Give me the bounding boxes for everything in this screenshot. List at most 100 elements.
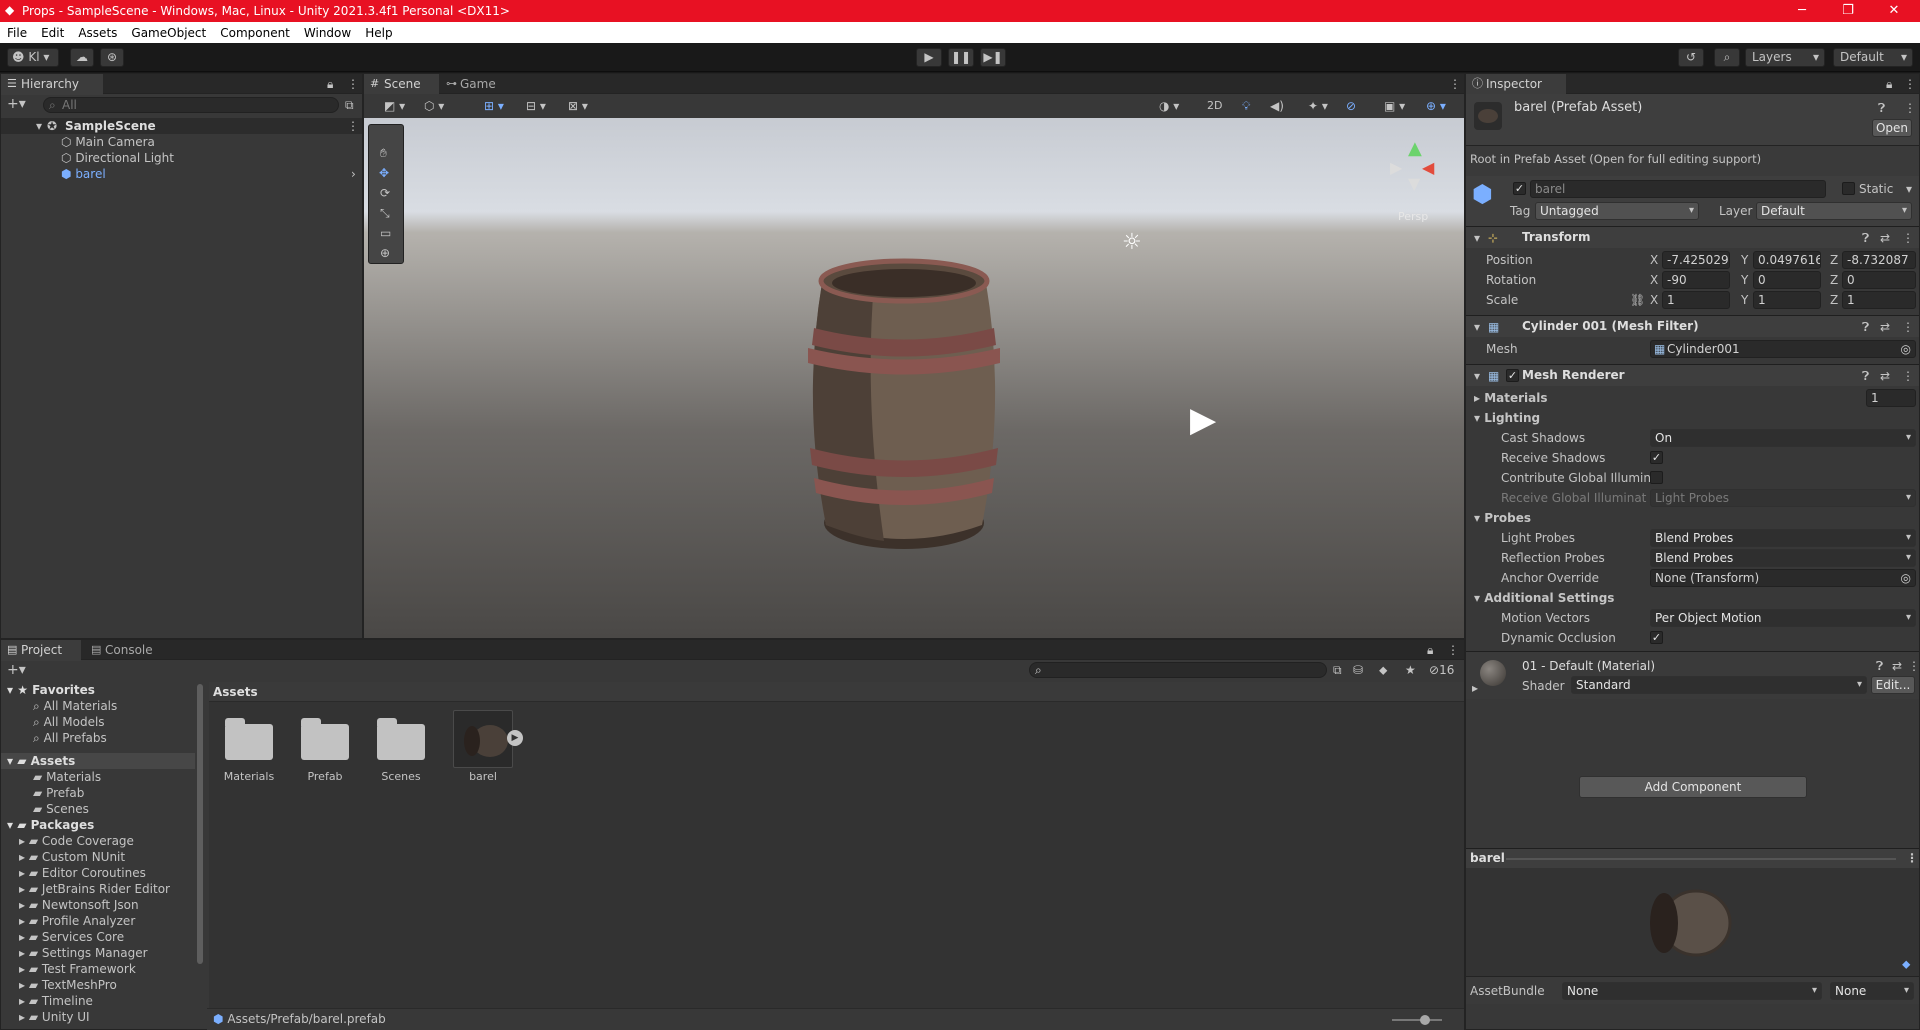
more-icon[interactable]: ⋮ bbox=[1902, 230, 1914, 246]
tab-project[interactable]: ▤ Project bbox=[1, 640, 81, 661]
package-item[interactable]: ▸ ▰ Code Coverage bbox=[19, 833, 134, 849]
menu-help[interactable]: Help bbox=[358, 26, 399, 40]
lock-icon[interactable]: 🔒︎ bbox=[1886, 76, 1892, 92]
more-icon[interactable]: ⋮ bbox=[1449, 76, 1461, 92]
package-item[interactable]: ▸ ▰ Test Framework bbox=[19, 961, 136, 977]
lighting-foldout[interactable]: ▾ Lighting bbox=[1474, 410, 1540, 426]
transform-tool-icon[interactable]: ⊕ bbox=[380, 245, 390, 261]
renderer-enabled-checkbox[interactable]: ✓ bbox=[1506, 369, 1519, 382]
menu-gameobject[interactable]: GameObject bbox=[124, 26, 213, 40]
history-button[interactable]: ↺ bbox=[1678, 48, 1704, 67]
package-item[interactable]: ▸ ▰ Custom NUnit bbox=[19, 849, 125, 865]
package-item[interactable]: ▸ ▰ Services Core bbox=[19, 929, 124, 945]
menu-component[interactable]: Component bbox=[213, 26, 297, 40]
packages-header[interactable]: ▾ ▰ Packages bbox=[7, 817, 94, 833]
toggle-2d-button[interactable]: 2D bbox=[1207, 98, 1222, 114]
transform-header[interactable]: ▾ ⊹ Transform ❓︎ ⇄ ⋮ bbox=[1466, 226, 1919, 248]
menu-window[interactable]: Window bbox=[297, 26, 358, 40]
tab-console[interactable]: ▤ Console bbox=[85, 640, 167, 661]
lock-icon[interactable]: 🔒︎ bbox=[327, 76, 333, 92]
more-icon[interactable]: ⋮ bbox=[347, 118, 359, 134]
position-z-field[interactable]: -8.732087 bbox=[1842, 251, 1916, 269]
search-button[interactable]: ⌕ bbox=[1714, 48, 1740, 67]
more-icon[interactable]: ⋮ bbox=[1904, 76, 1916, 92]
step-button[interactable]: ▶❚ bbox=[980, 48, 1006, 67]
increment-snap-icon[interactable]: ⊠ ▾ bbox=[568, 98, 588, 114]
favorite-item[interactable]: ⌕ All Materials bbox=[33, 698, 117, 714]
name-field[interactable]: barel bbox=[1530, 180, 1826, 198]
layers-dropdown[interactable]: Layers ▾ bbox=[1745, 48, 1825, 67]
grid-item-folder[interactable]: Prefab bbox=[295, 712, 355, 790]
hidden-count-icon[interactable]: ⊘16 bbox=[1429, 662, 1454, 678]
help-icon[interactable]: ❓︎ bbox=[1862, 368, 1869, 384]
materials-size-field[interactable]: 1 bbox=[1866, 389, 1916, 407]
grid-item-prefab[interactable]: ▶ barel bbox=[453, 710, 523, 790]
more-icon[interactable]: ⋮ bbox=[1904, 100, 1916, 116]
object-picker-icon[interactable]: ◎ bbox=[1901, 570, 1911, 586]
static-checkbox[interactable] bbox=[1842, 182, 1855, 195]
shader-dropdown[interactable]: Standard bbox=[1571, 676, 1867, 694]
probes-foldout[interactable]: ▾ Probes bbox=[1474, 510, 1531, 526]
more-icon[interactable]: ⋮ bbox=[1902, 368, 1914, 384]
hand-tool-icon[interactable]: ✋︎ bbox=[380, 145, 387, 161]
add-icon[interactable]: +▾ bbox=[7, 662, 26, 678]
folder-item[interactable]: ▰ Scenes bbox=[33, 801, 89, 817]
add-icon[interactable]: +▾ bbox=[7, 96, 26, 112]
more-icon[interactable]: ⋮ bbox=[347, 76, 359, 92]
package-item[interactable]: ▸ ▰ Timeline bbox=[19, 993, 93, 1009]
folder-item[interactable]: ▰ Materials bbox=[33, 769, 101, 785]
folder-item[interactable]: ▰ Prefab bbox=[33, 785, 84, 801]
search-filter-icon[interactable]: ⧉ bbox=[345, 97, 354, 113]
scene-viewport[interactable]: ☼ ▶︎ ▲ ◀ ▶ ▼ Persp bbox=[364, 118, 1464, 638]
minimize-icon[interactable]: ─ bbox=[1780, 0, 1824, 22]
preset-icon[interactable]: ⇄ bbox=[1880, 368, 1890, 384]
grid-item-folder[interactable]: Materials bbox=[219, 712, 279, 790]
contribute-gi-checkbox[interactable] bbox=[1650, 471, 1663, 484]
play-icon[interactable]: ▶ bbox=[507, 730, 523, 746]
help-icon[interactable]: ❓︎ bbox=[1876, 658, 1883, 674]
object-picker-icon[interactable]: ◎ bbox=[1901, 341, 1911, 357]
filter-type-icon[interactable]: ⛁ bbox=[1353, 662, 1363, 678]
shading-mode-icon[interactable]: ⬡ ▾ bbox=[424, 98, 444, 114]
more-icon[interactable]: ⋮ bbox=[1902, 319, 1914, 335]
cloud-button[interactable]: ☁ bbox=[70, 48, 94, 67]
camera-settings-icon[interactable]: ▣ ▾ bbox=[1384, 98, 1405, 114]
additional-settings-foldout[interactable]: ▾ Additional Settings bbox=[1474, 590, 1614, 606]
project-search-input[interactable]: ⌕ bbox=[1029, 662, 1327, 678]
favorite-item[interactable]: ⌕ All Models bbox=[33, 714, 105, 730]
lock-icon[interactable]: 🔒︎ bbox=[1427, 642, 1433, 658]
barrel-model[interactable] bbox=[784, 253, 1024, 563]
preset-icon[interactable]: ⇄ bbox=[1892, 658, 1902, 674]
chevron-down-icon[interactable]: ▾ bbox=[1906, 181, 1912, 197]
effects-icon[interactable]: ✦ ▾ bbox=[1308, 98, 1328, 114]
hierarchy-search-input[interactable]: ⌕ All bbox=[43, 97, 339, 113]
maximize-icon[interactable]: ❐ bbox=[1826, 0, 1870, 22]
move-snap-icon[interactable]: ⊞ ▾ bbox=[484, 98, 504, 114]
lighting-icon[interactable]: 💡︎ bbox=[1242, 98, 1250, 114]
assetbundle-variant-dropdown[interactable]: None bbox=[1830, 982, 1914, 1000]
collab-button[interactable]: ⊛ bbox=[100, 48, 124, 67]
orientation-gizmo[interactable]: ▲ ◀ ▶ ▼ bbox=[1384, 138, 1440, 198]
layer-dropdown[interactable]: Default bbox=[1756, 202, 1912, 220]
package-item[interactable]: ▸ ▰ Profile Analyzer bbox=[19, 913, 135, 929]
more-icon[interactable]: ⋮ bbox=[1906, 850, 1918, 866]
grid-snap-icon[interactable]: ⊟ ▾ bbox=[526, 98, 546, 114]
more-icon[interactable]: ⋮ bbox=[1908, 658, 1920, 674]
rotation-y-field[interactable]: 0 bbox=[1753, 271, 1821, 289]
more-icon[interactable]: ⋮ bbox=[1447, 642, 1459, 658]
play-button[interactable]: ▶ bbox=[916, 48, 942, 67]
scale-x-field[interactable]: 1 bbox=[1662, 291, 1730, 309]
layout-dropdown[interactable]: Default ▾ bbox=[1833, 48, 1913, 67]
rotate-tool-icon[interactable]: ⟳ bbox=[380, 185, 390, 201]
position-y-field[interactable]: 0.0497616 bbox=[1753, 251, 1821, 269]
active-checkbox[interactable]: ✓ bbox=[1513, 182, 1526, 195]
package-item[interactable]: ▸ ▰ Editor Coroutines bbox=[19, 865, 146, 881]
chevron-right-icon[interactable]: › bbox=[351, 166, 356, 182]
scale-y-field[interactable]: 1 bbox=[1753, 291, 1821, 309]
tag-dropdown[interactable]: Untagged bbox=[1535, 202, 1699, 220]
rotation-x-field[interactable]: -90 bbox=[1662, 271, 1730, 289]
grid-item-folder[interactable]: Scenes bbox=[371, 712, 431, 790]
dynamic-occlusion-checkbox[interactable]: ✓ bbox=[1650, 631, 1663, 644]
render-mode-icon[interactable]: ◑ ▾ bbox=[1159, 98, 1179, 114]
tree-scrollbar[interactable] bbox=[197, 684, 203, 964]
